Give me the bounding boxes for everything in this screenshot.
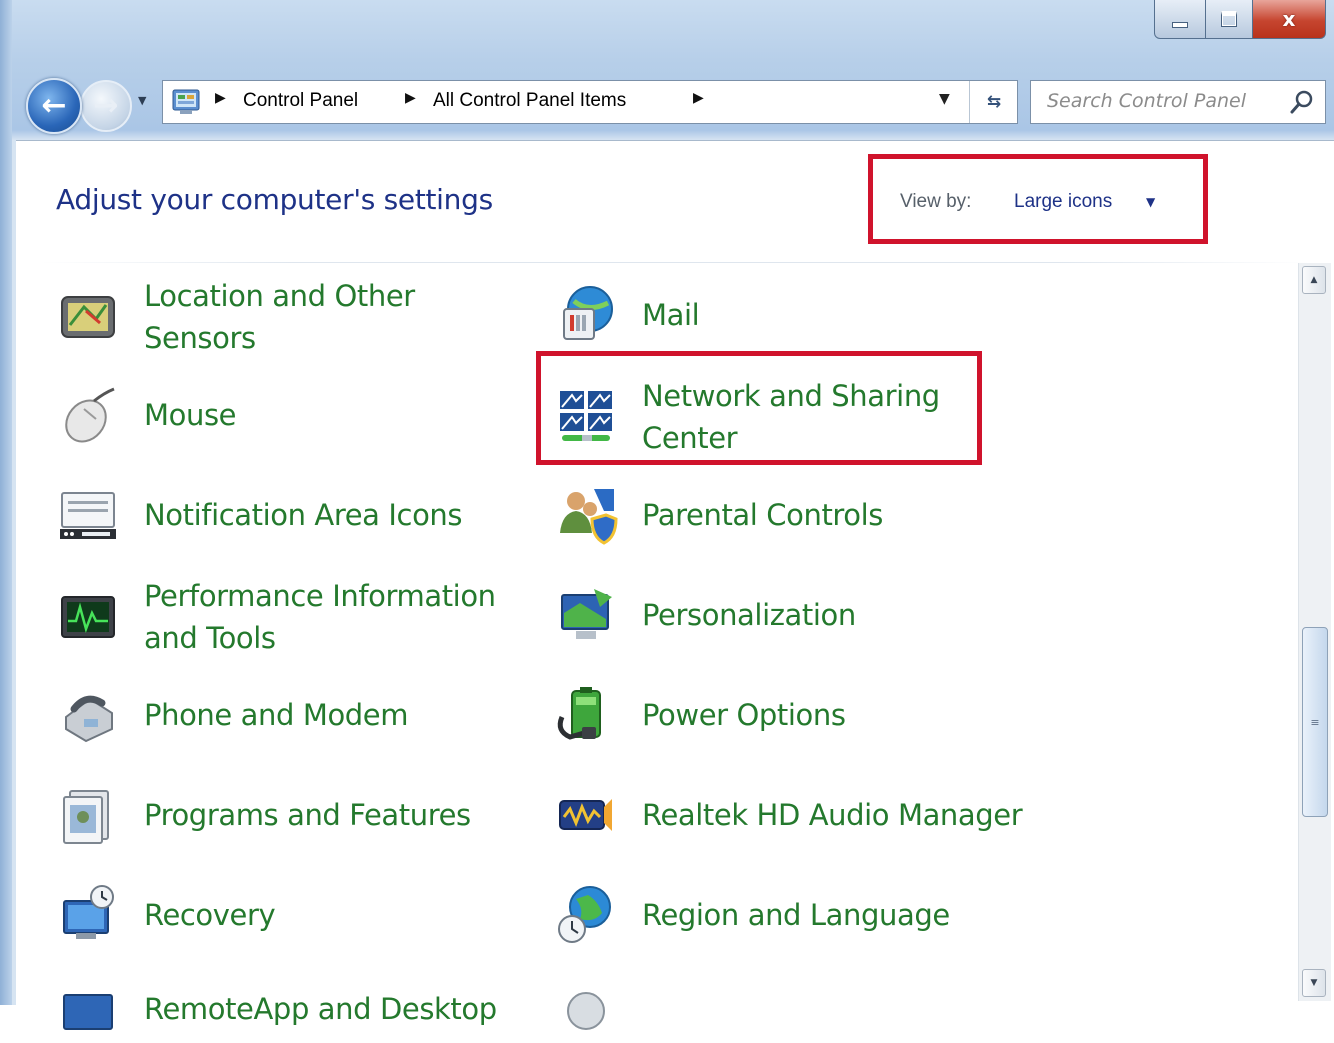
mouse-icon <box>54 381 122 449</box>
item-label: Performance Information and Tools <box>144 579 496 655</box>
maximize-button[interactable] <box>1206 0 1253 39</box>
item-location-sensors[interactable]: Location and Other Sensors <box>54 275 444 359</box>
item-label: Programs and Features <box>144 798 471 832</box>
item-power-options[interactable]: Power Options <box>552 681 846 749</box>
item-label: Parental Controls <box>642 498 884 532</box>
item-label: Personalization <box>642 598 856 632</box>
item-performance[interactable]: Performance Information and Tools <box>54 575 504 659</box>
search-icon[interactable] <box>1289 89 1315 115</box>
item-label: Phone and Modem <box>144 698 409 732</box>
personalization-icon <box>552 581 620 649</box>
item-mail[interactable]: Mail <box>552 281 700 349</box>
back-button[interactable]: ← <box>26 78 82 134</box>
performance-icon <box>54 583 122 651</box>
window-border <box>0 0 12 1005</box>
search-box[interactable] <box>1030 80 1326 124</box>
close-icon: x <box>1282 7 1296 31</box>
item-label: Realtek HD Audio Manager <box>642 798 1023 832</box>
divider <box>40 262 1310 263</box>
minimize-icon <box>1172 22 1188 28</box>
back-arrow-icon: ← <box>41 88 67 123</box>
page-title: Adjust your computer's settings <box>56 183 493 216</box>
scroll-down-button[interactable]: ▼ <box>1302 969 1326 997</box>
item-label: Recovery <box>144 898 276 932</box>
item-parental-controls[interactable]: Parental Controls <box>552 481 883 549</box>
caption-buttons: x <box>1154 0 1326 40</box>
minimize-button[interactable] <box>1154 0 1206 39</box>
notification-area-icon <box>54 481 122 549</box>
audio-manager-icon <box>552 781 620 849</box>
location-sensors-icon <box>54 283 122 351</box>
item-programs-features[interactable]: Programs and Features <box>54 781 471 849</box>
item-label: Region and Language <box>642 898 950 932</box>
refresh-button[interactable]: ⇆ <box>969 81 1018 123</box>
remoteapp-icon <box>54 975 122 1043</box>
item-remoteapp[interactable]: RemoteApp and Desktop <box>54 975 497 1043</box>
address-history-dropdown[interactable]: ▼ <box>939 91 950 107</box>
item-audio-manager[interactable]: Realtek HD Audio Manager <box>552 781 1023 849</box>
breadcrumb-control-panel[interactable]: Control Panel <box>243 90 358 112</box>
vertical-scrollbar[interactable]: ▲ ≡ ▼ <box>1298 263 1331 1001</box>
item-label: RemoteApp and Desktop <box>144 992 497 1026</box>
recent-pages-dropdown[interactable]: ▼ <box>138 94 152 110</box>
forward-arrow-icon: → <box>93 88 119 123</box>
highlight-box-network <box>536 351 982 465</box>
forward-button[interactable]: → <box>80 80 132 132</box>
refresh-icon: ⇆ <box>986 92 1002 112</box>
search-input[interactable] <box>1047 90 1267 112</box>
recovery-icon <box>54 881 122 949</box>
item-phone-modem[interactable]: Phone and Modem <box>54 681 408 749</box>
scroll-up-button[interactable]: ▲ <box>1302 266 1326 294</box>
partial-item-icon <box>552 975 620 1043</box>
breadcrumb-all-items[interactable]: All Control Panel Items <box>433 90 626 112</box>
close-button[interactable]: x <box>1253 0 1326 39</box>
item-personalization[interactable]: Personalization <box>552 581 856 649</box>
region-language-icon <box>552 881 620 949</box>
item-recovery[interactable]: Recovery <box>54 881 276 949</box>
power-options-icon <box>552 681 620 749</box>
item-region-language[interactable]: Region and Language <box>552 881 950 949</box>
scroll-thumb[interactable]: ≡ <box>1302 627 1328 817</box>
item-label: Power Options <box>642 698 846 732</box>
content-pane: Adjust your computer's settings View by:… <box>16 140 1334 1030</box>
item-partial[interactable] <box>552 975 620 1043</box>
item-notification-area[interactable]: Notification Area Icons <box>54 481 463 549</box>
mail-icon <box>552 281 620 349</box>
breadcrumb-separator[interactable]: ▶ <box>215 90 226 106</box>
address-bar[interactable]: ▶ Control Panel ▶ All Control Panel Item… <box>162 80 1018 124</box>
maximize-icon <box>1221 11 1237 27</box>
parental-controls-icon <box>552 481 620 549</box>
item-label: Notification Area Icons <box>144 498 463 532</box>
item-label: Mail <box>642 298 700 332</box>
phone-modem-icon <box>54 681 122 749</box>
highlight-box-view-by <box>868 154 1208 244</box>
item-label: Location and Other Sensors <box>144 279 415 355</box>
breadcrumb-separator[interactable]: ▶ <box>405 90 416 106</box>
item-mouse[interactable]: Mouse <box>54 381 237 449</box>
item-label: Mouse <box>144 398 237 432</box>
programs-features-icon <box>54 781 122 849</box>
breadcrumb-separator[interactable]: ▶ <box>693 90 704 106</box>
control-panel-icon <box>172 89 200 114</box>
